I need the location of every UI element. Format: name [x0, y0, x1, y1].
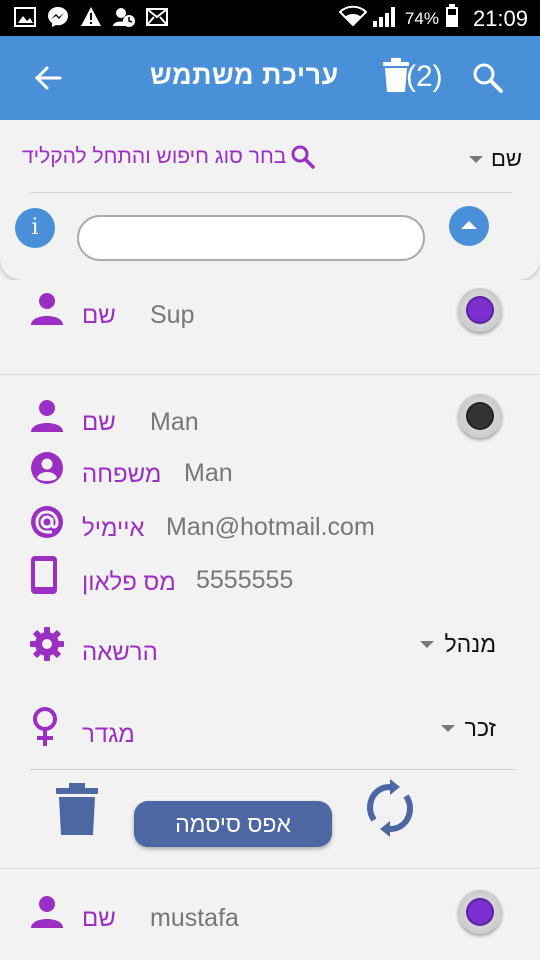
- search-icon: [290, 144, 316, 170]
- user-name-row: שם Man: [0, 399, 540, 449]
- email-value: Man@hotmail.com: [166, 513, 375, 541]
- search-hint: בחר סוג חיפוש והתחל להקליד: [22, 144, 316, 170]
- contact-alarm-icon: [113, 6, 135, 28]
- gear-icon: [30, 627, 64, 661]
- permission-label: הרשאה: [82, 639, 158, 666]
- divider: [30, 192, 512, 193]
- search-panel: שם בחר סוג חיפוש והתחל להקליד i: [0, 120, 540, 280]
- chevron-down-icon: [440, 725, 455, 732]
- search-input[interactable]: [77, 215, 425, 261]
- wifi-icon: [338, 5, 368, 32]
- female-icon: [30, 707, 64, 747]
- last-name-value: Man: [184, 459, 233, 487]
- phone-row: מס פלאון 5555555: [0, 555, 540, 605]
- user-card-expanded[interactable]: שם Man משפחה Man איימיל Man@hotmail.com …: [0, 374, 540, 868]
- notification-icons: [14, 6, 168, 28]
- sync-icon[interactable]: [364, 779, 416, 837]
- permission-dropdown[interactable]: מנהל: [420, 631, 496, 658]
- clock: 21:09: [472, 5, 528, 31]
- phone-icon: [30, 555, 64, 595]
- gender-value: זכר: [464, 715, 496, 741]
- person-icon: [30, 399, 64, 433]
- gender-row: מגדר זכר: [0, 707, 540, 757]
- collapse-button[interactable]: [449, 206, 489, 246]
- gallery-icon: [14, 6, 36, 28]
- search-hint-text: בחר סוג חיפוש והתחל להקליד: [22, 145, 287, 168]
- select-radio[interactable]: [458, 288, 502, 332]
- account-circle-icon: [30, 451, 64, 485]
- name-label: שם: [82, 409, 116, 436]
- at-sign-icon: [30, 505, 64, 539]
- page-title: עריכת משתמש: [150, 60, 339, 90]
- warning-icon: [80, 6, 102, 28]
- user-card[interactable]: שם Sup: [0, 280, 540, 374]
- system-indicators: 74% 21:09: [338, 4, 528, 33]
- gender-dropdown[interactable]: זכר: [440, 715, 496, 742]
- back-arrow-icon[interactable]: [32, 62, 64, 94]
- phone-label: מס פלאון: [82, 569, 176, 596]
- select-radio[interactable]: [458, 890, 502, 934]
- search-type-value: שם: [491, 146, 522, 171]
- user-card[interactable]: שם mustafa: [0, 868, 540, 960]
- person-icon: [30, 292, 64, 326]
- selected-count: (2): [406, 60, 443, 93]
- name-value: Man: [150, 408, 199, 436]
- messenger-icon: [47, 6, 69, 28]
- last-name-row: משפחה Man: [0, 451, 540, 501]
- name-value: Sup: [150, 301, 195, 329]
- email-label: איימיל: [82, 515, 145, 542]
- email-row: איימיל Man@hotmail.com: [0, 505, 540, 555]
- app-bar: עריכת משתמש (2): [0, 36, 540, 120]
- chevron-down-icon: [420, 641, 435, 648]
- mail-icon: [146, 6, 168, 28]
- reset-password-button[interactable]: אפס סיסמה: [134, 801, 332, 847]
- info-button[interactable]: i: [15, 208, 55, 248]
- phone-value: 5555555: [196, 566, 294, 594]
- delete-user-icon[interactable]: [54, 783, 100, 837]
- name-value: mustafa: [150, 904, 239, 932]
- signal-icon: [372, 5, 399, 32]
- gender-label: מגדר: [82, 721, 135, 748]
- permission-value: מנהל: [444, 631, 496, 657]
- name-label: שם: [82, 302, 116, 329]
- permission-row: הרשאה מנהל: [0, 627, 540, 677]
- person-icon: [30, 895, 64, 929]
- battery-percent: 74%: [404, 8, 439, 28]
- name-label: שם: [82, 905, 116, 932]
- status-bar: 74% 21:09: [0, 0, 540, 36]
- last-name-label: משפחה: [82, 461, 162, 488]
- search-icon[interactable]: [472, 62, 504, 94]
- search-type-dropdown[interactable]: שם: [469, 146, 522, 172]
- chevron-down-icon: [469, 155, 484, 163]
- battery-icon: [445, 4, 459, 33]
- divider: [30, 769, 516, 770]
